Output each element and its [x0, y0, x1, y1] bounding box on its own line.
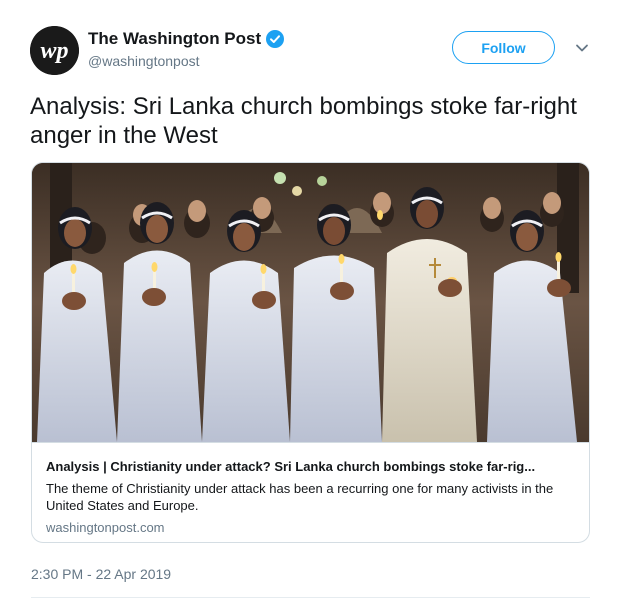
verified-badge-icon [266, 30, 285, 48]
account-name-row: The Washington Post [88, 29, 285, 49]
card-domain[interactable]: washingtonpost.com [46, 520, 165, 535]
follow-button[interactable]: Follow [452, 31, 555, 64]
svg-text:wp: wp [40, 38, 68, 64]
card-body[interactable]: Analysis | Christianity under attack? Sr… [32, 442, 589, 542]
card-title[interactable]: Analysis | Christianity under attack? Sr… [46, 459, 576, 474]
tweet-timestamp[interactable]: 2:30 PM - 22 Apr 2019 [31, 566, 171, 582]
avatar[interactable]: wp [30, 26, 79, 75]
tweet: wp The Washington Post @washingtonpost F… [0, 0, 619, 599]
washington-post-logo-icon: wp [30, 26, 79, 75]
tweet-text: Analysis: Sri Lanka church bombings stok… [30, 93, 577, 149]
card-image[interactable] [32, 163, 589, 442]
divider [31, 597, 590, 598]
display-name[interactable]: The Washington Post [88, 29, 261, 49]
link-card[interactable]: Analysis | Christianity under attack? Sr… [31, 162, 590, 543]
chevron-down-icon[interactable] [574, 40, 590, 56]
card-description: The theme of Christianity under attack h… [46, 481, 554, 513]
account-handle[interactable]: @washingtonpost [88, 53, 200, 69]
